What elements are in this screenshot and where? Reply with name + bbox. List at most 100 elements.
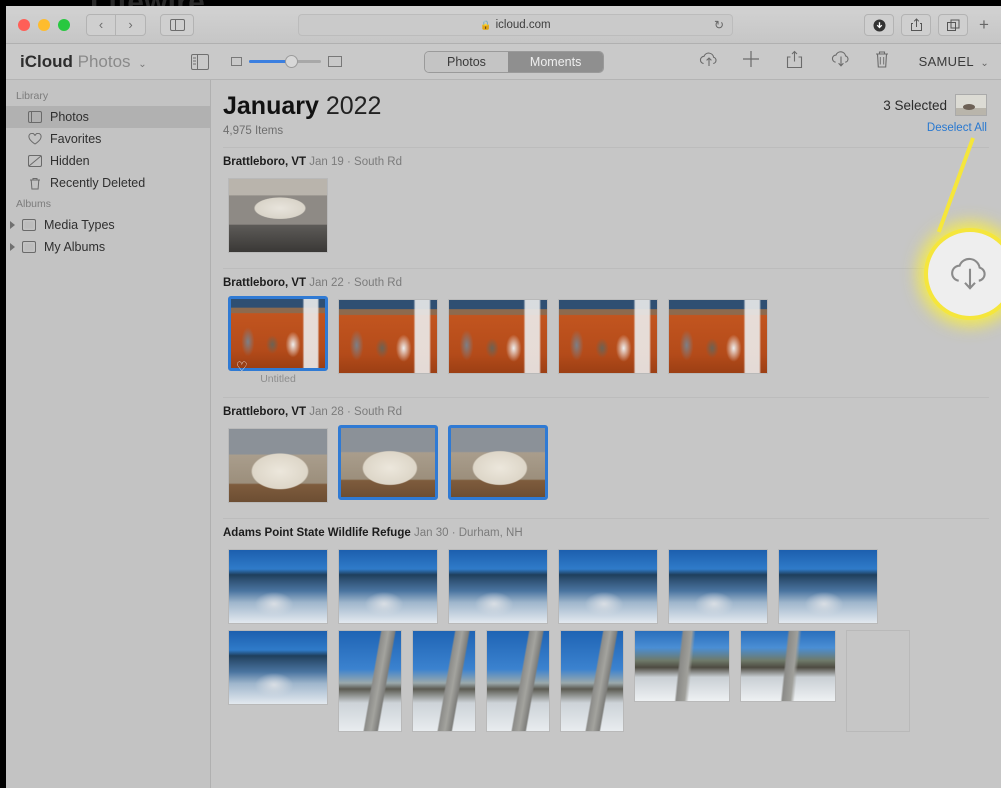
- photo-thumbnail[interactable]: [634, 630, 730, 702]
- slider-knob[interactable]: [284, 55, 298, 68]
- tab-moments[interactable]: Moments: [507, 52, 604, 72]
- photo-thumbnail[interactable]: [668, 299, 768, 374]
- photo-cell[interactable]: [228, 630, 328, 732]
- trash-icon[interactable]: [874, 50, 896, 72]
- photo-cell[interactable]: [486, 630, 550, 732]
- photo-cell[interactable]: [740, 630, 836, 732]
- photo-thumbnail[interactable]: [338, 630, 402, 732]
- photo-cell[interactable]: [448, 299, 548, 382]
- section-separator: ·: [448, 527, 459, 539]
- photo-cell[interactable]: [338, 549, 438, 624]
- disclosure-triangle-icon[interactable]: [10, 243, 15, 251]
- photo-cell[interactable]: [338, 630, 402, 732]
- item-count: 4,975 Items: [223, 125, 284, 137]
- photo-thumbnail[interactable]: [228, 178, 328, 253]
- photo-thumbnail[interactable]: [228, 549, 328, 624]
- photo-row: [223, 627, 989, 735]
- sidebar-item-photos[interactable]: Photos: [6, 106, 210, 128]
- photo-thumbnail[interactable]: [486, 630, 550, 732]
- photo-cell[interactable]: [412, 630, 476, 732]
- sidebar-toggle-icon[interactable]: [160, 13, 194, 36]
- account-menu[interactable]: SAMUEL ⌄: [919, 54, 989, 69]
- sidebar-item-recently-deleted[interactable]: Recently Deleted: [6, 172, 210, 194]
- photo-cell[interactable]: [668, 549, 768, 624]
- photo-thumbnail[interactable]: [846, 630, 910, 732]
- plus-glyph: [743, 51, 759, 67]
- disclosure-triangle-icon[interactable]: [10, 221, 15, 229]
- reload-icon[interactable]: ↻: [714, 18, 724, 32]
- photo-thumbnail[interactable]: [228, 428, 328, 503]
- section-sublocation: South Rd: [354, 406, 402, 418]
- photo-thumbnail[interactable]: [778, 549, 878, 624]
- trash-icon: [28, 177, 42, 190]
- photo-cell[interactable]: [558, 549, 658, 624]
- address-bar[interactable]: 🔒 icloud.com ↻: [298, 14, 733, 36]
- app-brand[interactable]: iCloud Photos ⌄: [20, 52, 147, 72]
- url-text: icloud.com: [495, 19, 551, 31]
- photo-cell[interactable]: [668, 299, 768, 382]
- photo-thumbnail[interactable]: [338, 425, 438, 500]
- downloads-icon[interactable]: [864, 14, 894, 36]
- tab-photos[interactable]: Photos: [425, 52, 508, 72]
- close-window-button[interactable]: [18, 18, 30, 31]
- back-icon[interactable]: ‹: [86, 13, 116, 36]
- section-header: Brattleboro, VT Jan 19 · South Rd: [223, 156, 989, 168]
- photo-thumbnail[interactable]: [558, 549, 658, 624]
- sidebar-item-label: Recently Deleted: [50, 176, 146, 190]
- photo-cell[interactable]: [448, 425, 548, 506]
- upload-to-cloud-icon[interactable]: [698, 50, 720, 72]
- sidebar-item-hidden[interactable]: Hidden: [6, 150, 210, 172]
- photo-thumbnail[interactable]: [668, 549, 768, 624]
- photo-cell[interactable]: [558, 299, 658, 382]
- share-glyph: [910, 18, 922, 31]
- sidebar-item-media-types[interactable]: Media Types: [6, 214, 210, 236]
- tabs-icon[interactable]: [938, 14, 968, 36]
- forward-icon[interactable]: ›: [116, 13, 146, 36]
- photo-thumbnail[interactable]: [412, 630, 476, 732]
- photo-cell[interactable]: [778, 549, 878, 624]
- thumbnail-size-slider[interactable]: [230, 55, 342, 68]
- nav-buttons: ‹ ›: [86, 13, 146, 36]
- new-tab-button[interactable]: +: [975, 15, 993, 35]
- chevron-down-icon[interactable]: ⌄: [138, 59, 146, 70]
- section-header: Brattleboro, VT Jan 22 · South Rd: [223, 277, 989, 289]
- share-glyph: [786, 50, 803, 69]
- selection-row: 3 Selected: [883, 94, 987, 116]
- photo-thumbnail[interactable]: [448, 299, 548, 374]
- photo-cell[interactable]: [560, 630, 624, 732]
- slider-track[interactable]: [248, 55, 321, 68]
- photo-cell[interactable]: [228, 428, 328, 503]
- download-cloud-glyph: [831, 51, 849, 67]
- sidebar-item-favorites[interactable]: Favorites: [6, 128, 210, 150]
- photo-cell[interactable]: [228, 549, 328, 624]
- photo-thumbnail[interactable]: [448, 425, 548, 500]
- photo-thumbnail[interactable]: [740, 630, 836, 702]
- favorite-heart-icon[interactable]: ♡: [236, 359, 248, 375]
- photo-cell[interactable]: ♡ Untitled: [228, 296, 328, 385]
- photo-thumbnail[interactable]: [338, 549, 438, 624]
- photo-thumbnail[interactable]: [448, 549, 548, 624]
- panel-toggle-icon[interactable]: [190, 53, 209, 70]
- photo-cell[interactable]: [338, 299, 438, 382]
- add-icon[interactable]: [742, 50, 764, 72]
- section-place: Brattleboro, VT: [223, 277, 307, 289]
- photo-thumbnail[interactable]: [560, 630, 624, 732]
- photo-thumbnail[interactable]: [558, 299, 658, 374]
- sidebar-item-my-albums[interactable]: My Albums: [6, 236, 210, 258]
- download-from-cloud-icon[interactable]: [830, 50, 852, 72]
- deselect-all-button[interactable]: Deselect All: [883, 122, 987, 134]
- photo-cell[interactable]: [338, 425, 438, 506]
- selection-info: 3 Selected Deselect All: [883, 94, 987, 134]
- minimize-window-button[interactable]: [38, 18, 50, 31]
- share-icon[interactable]: [901, 14, 931, 36]
- photo-cell[interactable]: [846, 630, 910, 732]
- photo-thumbnail[interactable]: [228, 630, 328, 705]
- photo-cell[interactable]: [634, 630, 730, 732]
- tabs-glyph: [946, 19, 959, 31]
- photo-thumbnail[interactable]: [338, 299, 438, 374]
- photo-cell[interactable]: [228, 178, 328, 253]
- share-icon[interactable]: [786, 50, 808, 72]
- browser-titlebar: ‹ › 🔒 icloud.com ↻ +: [6, 6, 1001, 44]
- photo-cell[interactable]: [448, 549, 548, 624]
- maximize-window-button[interactable]: [58, 18, 70, 31]
